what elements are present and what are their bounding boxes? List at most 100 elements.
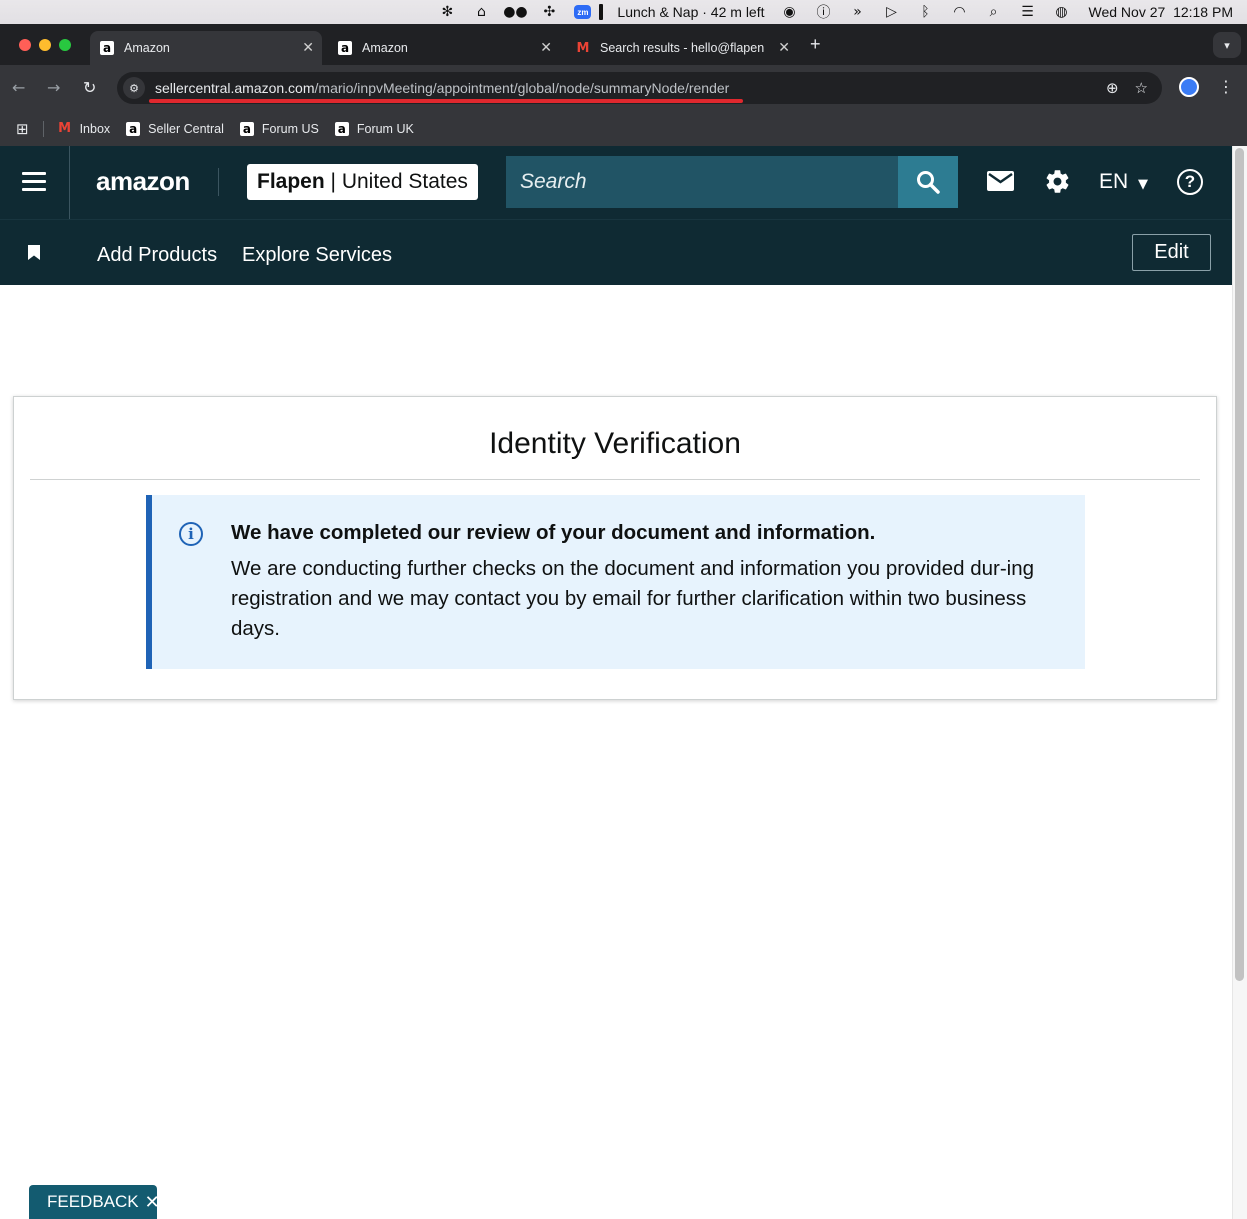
forward-icon[interactable]: → [47,78,60,97]
amazon-logo[interactable]: amazon [96,166,190,197]
bookmarks-divider [42,120,44,137]
amazon-favicon-icon: a [100,41,114,55]
shortcut-icon[interactable]: » [849,4,867,20]
seller-central-header: amazon Flapen | United States Search EN … [0,146,1232,219]
address-bar[interactable]: ⚙ sellercentral.amazon.com/mario/inpvMee… [117,72,1162,104]
control-center-icon[interactable]: ☰ [1019,4,1037,20]
annotation-underline [149,99,744,103]
gmail-favicon-icon: M [58,121,72,136]
url-host: sellercentral.amazon.com [155,80,315,96]
url-path: /mario/inpvMeeting/appointment/global/no… [314,80,730,96]
tab-amazon-active[interactable]: a Amazon ✕ [90,31,322,65]
language-selector[interactable]: EN ▼ [1099,170,1148,194]
site-settings-icon[interactable]: ⚙ [123,77,145,99]
store-separator: | [324,170,342,193]
macos-menu-bar: ✻ ⌂ ●● ✣ zm Lunch & Nap · 42 m left ◉ ⓘ … [0,0,1247,32]
bookmark-forum-uk[interactable]: a Forum UK [334,121,414,136]
amazon-favicon-icon: a [334,121,349,136]
nav-link-add-products[interactable]: Add Products [97,244,217,267]
focus-bar-icon [599,4,604,20]
close-tab-icon[interactable]: ✕ [540,40,552,56]
back-icon[interactable]: ← [12,78,25,97]
store-switcher[interactable]: Flapen | United States [247,164,478,200]
bookmark-label: Seller Central [148,121,224,136]
alert-body: We are conducting further checks on the … [231,557,1035,640]
wifi-icon[interactable]: ◠ [951,4,969,20]
dots-icon[interactable]: ●● [503,4,527,20]
maximize-window-button[interactable] [59,39,71,51]
gear-icon[interactable] [1044,168,1071,195]
tab-amazon[interactable]: a Amazon ✕ [328,31,560,65]
reload-icon[interactable]: ↻ [83,78,96,97]
mail-icon[interactable] [987,171,1014,191]
close-icon[interactable]: ✕ [145,1192,160,1213]
flower-icon[interactable]: ✻ [438,4,456,20]
bookmark-forum-us[interactable]: a Forum US [239,121,319,136]
caret-down-icon: ▼ [1138,177,1149,192]
header-divider [69,146,70,219]
url-text[interactable]: sellercentral.amazon.com/mario/inpvMeeti… [149,80,744,103]
search-input[interactable]: Search [506,156,898,208]
pin-icon[interactable]: ⌂ [472,4,490,20]
page-title: Identity Verification [489,427,741,460]
title-divider [30,479,1200,480]
search-button[interactable] [898,156,958,208]
bluetooth-icon[interactable]: ᛒ [917,4,935,20]
edit-button[interactable]: Edit [1132,234,1211,271]
extension-icon[interactable] [1179,77,1199,97]
tab-gmail-search[interactable]: M Search results - hello@flapen ✕ [566,31,798,65]
tab-label: Search results - hello@flapen [600,41,765,55]
clock-date: Wed Nov 27 [1088,4,1166,20]
store-name: Flapen [257,170,325,193]
clock-time: 12:18 PM [1173,4,1233,20]
spotlight-search-icon[interactable]: ⌕ [985,4,1003,20]
tab-label: Amazon [362,41,408,55]
info-icon: i [179,522,203,546]
info-alert: i We have completed our review of your d… [146,495,1085,669]
bookmarks-bar: ⊞ M Inbox a Seller Central a Forum US a … [0,111,1247,146]
app-status-icon[interactable]: ◉ [781,4,799,20]
tab-label: Amazon [124,41,170,55]
gmail-favicon-icon: M [576,40,590,56]
bookmark-icon[interactable] [28,245,40,260]
slack-icon[interactable]: ✣ [540,4,558,20]
alert-heading: We have completed our review of your doc… [231,521,876,544]
bookmark-seller-central[interactable]: a Seller Central [126,121,224,136]
seller-nav-bar: Add Products Explore Services Edit [0,219,1232,285]
help-icon[interactable]: ? [1177,169,1203,195]
bookmark-star-icon[interactable]: ☆ [1135,79,1148,97]
tab-search-chevron-icon[interactable]: ▾ [1213,32,1241,58]
bookmark-label: Forum UK [356,121,414,136]
header-divider [218,168,219,196]
amazon-favicon-icon: a [126,121,141,136]
password-manager-icon[interactable]: ⓘ [815,4,833,21]
browser-toolbar: ← → ↻ ⚙ sellercentral.amazon.com/mario/i… [0,65,1247,111]
siri-icon[interactable]: ◍ [1053,4,1071,20]
close-tab-icon[interactable]: ✕ [302,40,314,56]
amazon-favicon-icon: a [338,41,352,55]
zoom-icon[interactable]: zm [574,5,592,19]
menu-clock[interactable]: Wed Nov 27 12:18 PM [1080,4,1241,32]
address-bar-actions: ⊕ ☆ [1106,79,1148,97]
minimize-window-button[interactable] [39,39,51,51]
nav-link-explore-services[interactable]: Explore Services [242,244,392,267]
amazon-favicon-icon: a [239,121,254,136]
browser-tab-strip: a Amazon ✕ a Amazon ✕ M Search results -… [0,24,1247,65]
hamburger-icon[interactable] [22,172,46,196]
store-region: United States [341,170,468,193]
search-icon [917,171,940,194]
zoom-icon[interactable]: ⊕ [1106,79,1119,97]
new-tab-icon[interactable]: + [810,34,821,55]
bookmark-inbox[interactable]: M Inbox [58,121,110,136]
play-icon[interactable]: ▷ [883,4,901,20]
identity-verification-card: Identity Verification i We have complete… [13,396,1217,700]
close-tab-icon[interactable]: ✕ [778,40,790,56]
scrollbar-thumb[interactable] [1235,148,1244,981]
focus-timer[interactable]: Lunch & Nap · 42 m left [617,4,764,20]
feedback-button[interactable]: FEEDBACK ✕ [29,1185,160,1219]
language-label: EN [1099,170,1129,193]
apps-grid-icon[interactable]: ⊞ [16,120,29,138]
browser-menu-icon[interactable]: ⋮ [1218,77,1234,96]
feedback-label: FEEDBACK [47,1192,139,1211]
close-window-button[interactable] [19,39,31,51]
